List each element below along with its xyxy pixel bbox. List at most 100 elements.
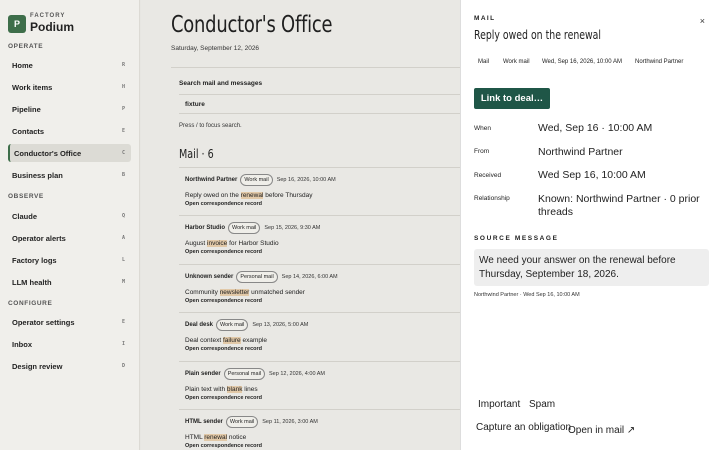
divider (171, 67, 460, 68)
sidebar-item-factory-logs[interactable]: Factory logs L (8, 251, 131, 269)
mail-timestamp: Sep 11, 2026, 3:00 AM (262, 419, 318, 425)
mail-row[interactable]: Deal desk Work mail Sep 13, 2026, 5:00 AM … (179, 312, 460, 360)
mail-type-badge: Work mail (216, 319, 249, 331)
search-highlight: newsletter (219, 289, 250, 296)
brand[interactable]: P FACTORY Podium (0, 0, 139, 38)
open-record-link[interactable]: Open correspondence record (185, 249, 262, 255)
shortcut-key: B (121, 172, 125, 178)
mail-sender: Plain sender (185, 371, 221, 377)
mail-subject: August invoice for Harbor Studio (185, 240, 279, 247)
shortcut-key: C (121, 150, 125, 156)
mail-subject: Community newsletter unmatched sender (185, 289, 305, 296)
sidebar-item-label: Design review (12, 361, 63, 371)
search-highlight: invoice (207, 240, 228, 247)
shortcut-key: I (121, 341, 125, 347)
shortcut-key: E (121, 128, 125, 134)
field-value-from: Northwind Partner (538, 146, 623, 158)
open-in-mail-link[interactable]: Open in mail ↗ (568, 425, 635, 436)
mail-sender: Unknown sender (185, 274, 234, 280)
source-footer: Northwind Partner · Wed Sep 16, 10:00 AM (474, 292, 580, 298)
sidebar-item-conductors-office[interactable]: Conductor's Office C (8, 144, 131, 162)
search-highlight: renewal (204, 434, 228, 441)
search-highlight: failure (222, 337, 241, 344)
open-record-link[interactable]: Open correspondence record (185, 298, 262, 304)
shortcut-key: L (121, 257, 125, 263)
mail-row[interactable]: Northwind Partner Work mail Sep 16, 2026, … (179, 167, 460, 215)
field-value-relationship: Known: Northwind Partner · 0 prior threa… (538, 193, 700, 218)
open-record-link[interactable]: Open correspondence record (185, 395, 262, 401)
shortcut-key: A (121, 235, 125, 241)
meta-timestamp: Wed, Sep 16, 2026, 10:00 AM (542, 59, 622, 65)
sidebar-item-label: Operator settings (12, 317, 75, 327)
open-record-link[interactable]: Open correspondence record (185, 346, 262, 352)
sidebar-item-operator-alerts[interactable]: Operator alerts A (8, 229, 131, 247)
mail-type-badge: Personal mail (223, 368, 266, 380)
field-value-received: Wed Sep 16, 10:00 AM (538, 169, 646, 181)
search-label: Search mail and messages (179, 80, 263, 87)
sidebar-item-inbox[interactable]: Inbox I (8, 335, 131, 353)
field-label: When (474, 125, 491, 132)
sidebar-item-business-plan[interactable]: Business plan B (8, 166, 131, 184)
mail-timestamp: Sep 15, 2026, 9:30 AM (264, 225, 321, 231)
mail-timestamp: Sep 12, 2026, 4:00 AM (269, 371, 325, 377)
mail-sender: Northwind Partner (185, 177, 238, 183)
sidebar-item-llm-health[interactable]: LLM health M (8, 273, 131, 291)
link-to-deal-button[interactable]: Link to deal… (474, 88, 550, 109)
source-message: We need your answer on the renewal befor… (474, 249, 709, 286)
sidebar-item-label: Business plan (12, 170, 63, 180)
search-hint: Press / to focus search. (179, 123, 242, 129)
shortcut-key: P (121, 106, 125, 112)
mail-type-badge: Work mail (240, 174, 273, 186)
mail-row[interactable]: Harbor Studio Work mail Sep 15, 2026, 9:30… (179, 215, 460, 263)
search-highlight: blank (226, 386, 243, 393)
sidebar-item-work-items[interactable]: Work items H (8, 78, 131, 96)
sidebar-item-label: Pipeline (12, 104, 41, 114)
sidebar-item-label: Inbox (12, 339, 32, 349)
shortcut-key: D (121, 363, 125, 369)
mail-subject: Plain text with blank lines (185, 386, 258, 393)
field-label: From (474, 148, 490, 155)
search-highlight: renewal (240, 192, 264, 199)
sidebar-item-label: Home (12, 60, 33, 70)
field-value-when: Wed, Sep 16 · 10:00 AM (538, 122, 653, 134)
section-observe: OBSERVE (8, 193, 44, 200)
mail-timestamp: Sep 13, 2026, 5:00 AM (252, 322, 309, 328)
sidebar-item-operator-settings[interactable]: Operator settings E (8, 313, 131, 331)
sidebar-item-label: LLM health (12, 277, 52, 287)
important-button[interactable]: Important (478, 399, 520, 410)
open-record-link[interactable]: Open correspondence record (185, 201, 262, 207)
sidebar-item-pipeline[interactable]: Pipeline P (8, 100, 131, 118)
page-date: Saturday, September 12, 2026 (171, 45, 260, 52)
sidebar-item-design-review[interactable]: Design review D (8, 357, 131, 375)
sidebar-item-contacts[interactable]: Contacts E (8, 122, 131, 140)
sidebar-item-home[interactable]: Home R (8, 56, 131, 74)
mail-heading: Mail · 6 (179, 147, 214, 161)
mail-subject: Reply owed on the renewal before Thursda… (185, 192, 313, 199)
mail-subject: Deal context failure example (185, 337, 268, 344)
sidebar-item-label: Claude (12, 211, 38, 221)
sidebar-item-claude[interactable]: Claude Q (8, 207, 131, 225)
open-record-link[interactable]: Open correspondence record (185, 443, 262, 449)
mail-row[interactable]: Plain sender Personal mail Sep 12, 2026, 4… (179, 361, 460, 409)
field-label: Received (474, 172, 502, 179)
panel-title: Reply owed on the renewal (474, 28, 602, 42)
mail-row[interactable]: HTML sender Work mail Sep 11, 2026, 3:00 A… (179, 409, 460, 450)
search-input[interactable] (179, 94, 460, 114)
sidebar-item-label: Conductor's Office (14, 148, 82, 158)
spam-button[interactable]: Spam (529, 399, 555, 410)
mail-detail-panel: × MAIL Reply owed on the renewal Mail Wo… (460, 0, 720, 450)
mail-type-badge: Personal mail (236, 271, 278, 283)
shortcut-key: E (121, 319, 125, 325)
field-label: Relationship (474, 195, 510, 202)
shortcut-key: Q (121, 213, 125, 219)
capture-obligation-button[interactable]: Capture an obligation (476, 422, 571, 433)
close-icon[interactable]: × (700, 16, 705, 26)
meta-type: Work mail (503, 59, 530, 65)
shortcut-key: M (121, 279, 125, 285)
section-configure: CONFIGURE (8, 300, 53, 307)
mail-row[interactable]: Unknown sender Personal mail Sep 14, 2026,… (179, 264, 460, 312)
meta-source: Mail (478, 59, 490, 65)
mail-type-badge: Work mail (228, 222, 261, 234)
sidebar-item-label: Operator alerts (12, 233, 66, 243)
sidebar-item-label: Factory logs (12, 255, 57, 265)
